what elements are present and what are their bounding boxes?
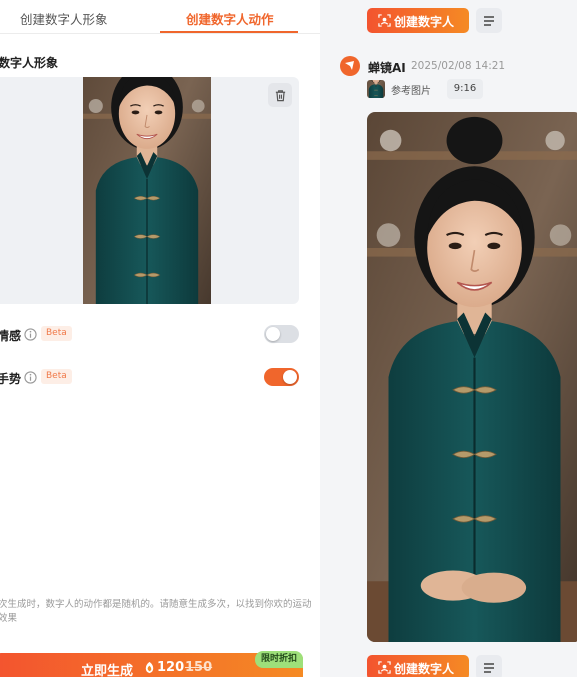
tab-bar: 创建数字人形象 创建数字人动作 [0,0,320,34]
generation-hint: 次生成时，数字人的动作都是随机的。请随意生成多次，以找到你欢的运动效果 [0,599,312,624]
gesture-row: 手势 Beta [0,367,302,389]
section-title: 数字人形象 [0,56,59,70]
info-icon[interactable] [24,328,37,341]
aspect-ratio-badge: 9:16 [447,79,483,99]
delete-image-button[interactable] [268,83,292,107]
reference-label: 参考图片 [391,86,431,97]
left-panel: 创建数字人形象 创建数字人动作 数字人形象 情感 Beta 手势 Beta 次生… [0,0,320,677]
message-timestamp: 2025/02/08 14:21 [411,60,506,72]
emotion-row: 情感 Beta [0,324,302,346]
gesture-toggle[interactable] [264,368,299,386]
generate-label: 立即生成 [81,664,134,677]
toggle-knob [283,370,297,384]
beta-badge: Beta [41,369,72,384]
avatar-image [83,77,211,304]
bot-name: 蝉镜AI [368,61,406,75]
promo-badge: 限时折扣 [255,651,303,668]
toggle-knob [266,327,280,341]
tab-create-motion[interactable]: 创建数字人动作 [186,9,274,28]
avatar-image-card[interactable] [0,77,299,304]
trash-icon [275,89,285,101]
coin-icon [145,661,154,674]
create-digital-human-button-bottom[interactable]: 创建数字人 [367,655,469,677]
emotion-toggle[interactable] [264,325,299,343]
menu-button[interactable] [476,8,502,33]
menu-button-bottom[interactable] [476,655,502,677]
info-icon[interactable] [24,371,37,384]
gesture-label: 手势 [0,372,22,386]
create-button-label: 创建数字人 [394,662,455,676]
reference-thumbnail[interactable] [367,80,385,98]
menu-icon [484,662,494,673]
generated-result-image[interactable] [367,112,577,642]
emotion-label: 情感 [0,329,22,343]
tab-create-avatar[interactable]: 创建数字人形象 [20,9,108,28]
create-person-icon [378,14,391,27]
active-tab-indicator [160,31,298,33]
bot-avatar-icon [340,56,360,76]
generate-price: 120 [157,660,185,675]
create-person-icon [378,661,391,674]
menu-icon [484,15,494,26]
generate-original-price: 150 [185,660,213,675]
create-button-label: 创建数字人 [394,15,455,29]
beta-badge: Beta [41,326,72,341]
create-digital-human-button[interactable]: 创建数字人 [367,8,469,33]
